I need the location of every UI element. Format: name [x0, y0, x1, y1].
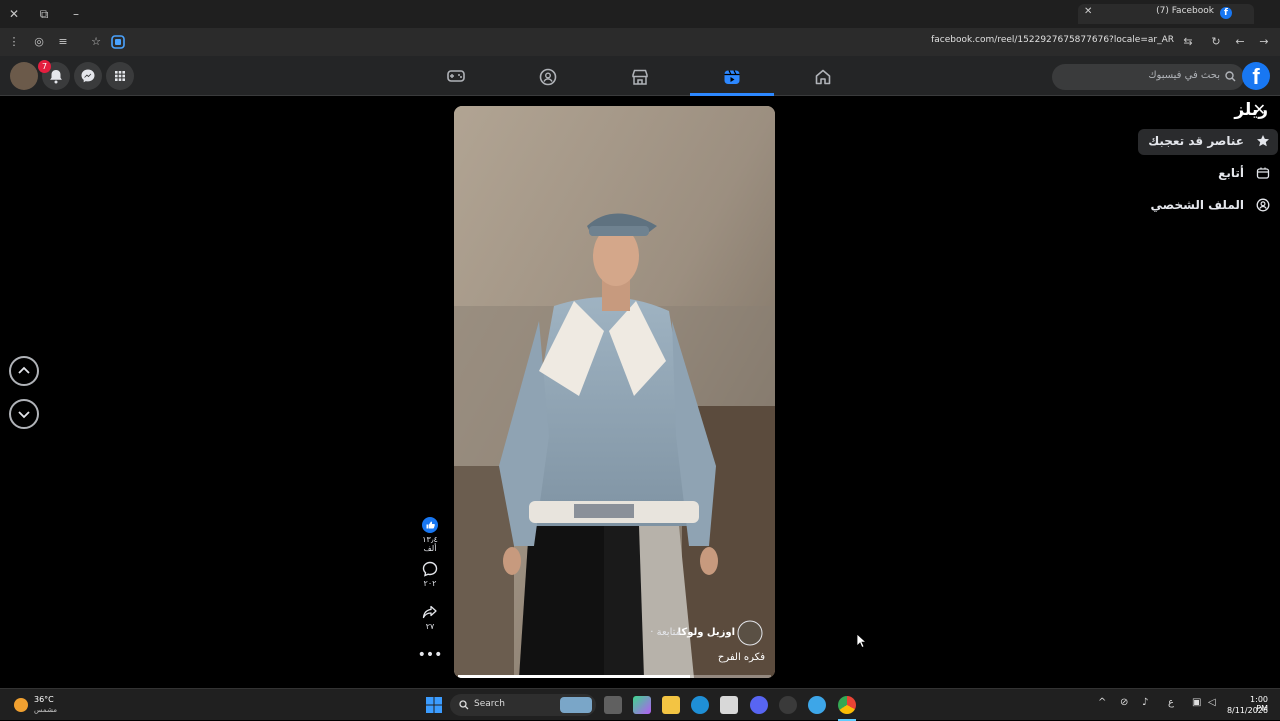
reel-video[interactable]: اوزيل ولوكا · متابعة فكره الفرح [454, 106, 775, 678]
menu-item-profile[interactable]: الملف الشخصي [1138, 193, 1278, 219]
search-highlight-icon [560, 697, 592, 713]
previous-reel-button[interactable] [9, 356, 39, 386]
language-indicator-icon[interactable]: ع [1168, 697, 1174, 708]
like-button[interactable]: ١٣٫٤ ألف [416, 517, 444, 553]
search-icon [459, 700, 469, 710]
chevron-up-icon[interactable]: ^ [1098, 697, 1106, 708]
taskbar-search[interactable]: Search [450, 694, 596, 716]
extension-icon[interactable] [110, 34, 126, 50]
taskbar-search-label: Search [474, 699, 505, 709]
store-icon[interactable] [720, 696, 738, 714]
messenger-icon [81, 69, 95, 83]
chrome-icon[interactable] [838, 696, 856, 714]
minimize-icon[interactable]: – [68, 6, 84, 22]
profile-icon[interactable]: ◎ [31, 34, 47, 50]
tab-reels[interactable] [690, 56, 774, 96]
menu-item-following[interactable]: أتابع [1138, 161, 1278, 187]
reel-author-name[interactable]: اوزيل ولوكا [678, 627, 735, 638]
tab-marketplace[interactable] [608, 56, 672, 96]
menu-item-label: عناصر قد تعجبك [1148, 134, 1244, 148]
star-icon [1257, 135, 1269, 147]
video-progress-fill [458, 675, 690, 678]
address-bar: ⋮ ◎ ≡ ☆ facebook.com/reel/15229276758776… [0, 28, 1280, 56]
search-placeholder: بحث في فيسبوك [1148, 70, 1220, 81]
facebook-favicon-icon: f [1220, 7, 1232, 19]
weather-desc: مشمس [34, 706, 57, 714]
messenger-button[interactable] [74, 62, 102, 90]
menu-item-label: الملف الشخصي [1150, 198, 1244, 212]
like-count: ١٣٫٤ ألف [422, 535, 438, 553]
back-icon[interactable]: ← [1232, 34, 1248, 50]
browser-tab-bar: ✕ ⧉ – + ✕ (7) Facebook f [0, 0, 1280, 28]
file-explorer-icon[interactable] [662, 696, 680, 714]
menu-item-suggested[interactable]: عناصر قد تعجبك [1138, 129, 1278, 155]
reel-caption: فكره الفرح [717, 652, 765, 663]
facebook-header: بحث في فيسبوك f [0, 56, 1280, 96]
bookmark-icon[interactable]: ☆ [88, 34, 104, 50]
comment-icon [422, 561, 438, 577]
chevron-down-icon [18, 411, 30, 419]
menu-grid-button[interactable] [106, 62, 134, 90]
tab-close-icon[interactable]: ✕ [1084, 6, 1092, 17]
follow-button[interactable]: · متابعة [650, 627, 681, 638]
windows-start-icon[interactable] [426, 697, 442, 713]
tab-title: (7) Facebook [1156, 6, 1214, 16]
site-settings-icon[interactable]: ⇆ [1180, 34, 1196, 50]
grid-icon [115, 71, 125, 81]
share-icon [422, 605, 437, 619]
video-frame [454, 106, 775, 678]
gaming-icon [447, 70, 465, 82]
tab-groups[interactable] [516, 56, 580, 96]
reading-list-icon[interactable]: ≡ [55, 34, 71, 50]
browser-app-icon[interactable] [808, 696, 826, 714]
volume-icon[interactable]: ◁ [1208, 697, 1216, 708]
copilot-icon[interactable] [633, 696, 651, 714]
reload-icon[interactable]: ↻ [1208, 34, 1224, 50]
reels-panel-title: ريلز [1234, 100, 1268, 120]
edge-icon[interactable] [691, 696, 709, 714]
menu-item-label: أتابع [1218, 166, 1244, 180]
home-icon [815, 69, 831, 85]
notification-badge: 7 [38, 60, 51, 73]
weather-icon[interactable] [14, 698, 28, 712]
menu-icon[interactable]: ⋮ [6, 34, 22, 50]
task-view-icon[interactable] [604, 696, 622, 714]
chevron-up-icon [18, 366, 30, 374]
network-off-icon[interactable]: ⊘ [1120, 697, 1128, 708]
following-icon [1256, 167, 1270, 179]
tab-home[interactable] [791, 56, 855, 96]
weather-temp: 36°C [34, 695, 54, 704]
share-button[interactable]: ٢٧ [416, 604, 444, 631]
groups-icon [539, 68, 557, 86]
account-avatar[interactable] [10, 62, 38, 90]
marketplace-icon [632, 69, 648, 85]
next-reel-button[interactable] [9, 399, 39, 429]
taskbar: 36°C مشمس Search ^ ⊘ ♪ ع ▣ ◁ 1:00 PM 8/1… [0, 688, 1280, 721]
url-text[interactable]: facebook.com/reel/1522927675877676?local… [931, 35, 1174, 45]
search-input[interactable]: بحث في فيسبوك [1052, 64, 1244, 90]
close-window-icon[interactable]: ✕ [6, 6, 22, 22]
reels-icon [724, 70, 740, 84]
facebook-logo[interactable]: f [1242, 62, 1270, 90]
tab-gaming[interactable] [424, 56, 488, 96]
more-options-icon[interactable]: ••• [416, 647, 444, 663]
comment-button[interactable]: ٢٠٢ [416, 561, 444, 588]
mouse-cursor-icon [856, 633, 866, 648]
like-icon [422, 517, 438, 533]
display-icon[interactable]: ▣ [1192, 697, 1201, 708]
discord-icon[interactable] [750, 696, 768, 714]
restore-icon[interactable]: ⧉ [36, 6, 52, 22]
microphone-icon[interactable]: ♪ [1142, 697, 1148, 708]
profile-circle-icon [1256, 198, 1270, 212]
browser-tab[interactable]: ✕ (7) Facebook f [1078, 4, 1254, 24]
app-icon[interactable] [779, 696, 797, 714]
video-progress-bar[interactable] [458, 675, 771, 678]
search-icon [1225, 71, 1236, 82]
comment-count: ٢٠٢ [423, 579, 437, 588]
share-count: ٢٧ [425, 622, 435, 631]
clock-date[interactable]: 8/11/2026 [1226, 706, 1268, 715]
forward-icon[interactable]: → [1256, 34, 1272, 50]
